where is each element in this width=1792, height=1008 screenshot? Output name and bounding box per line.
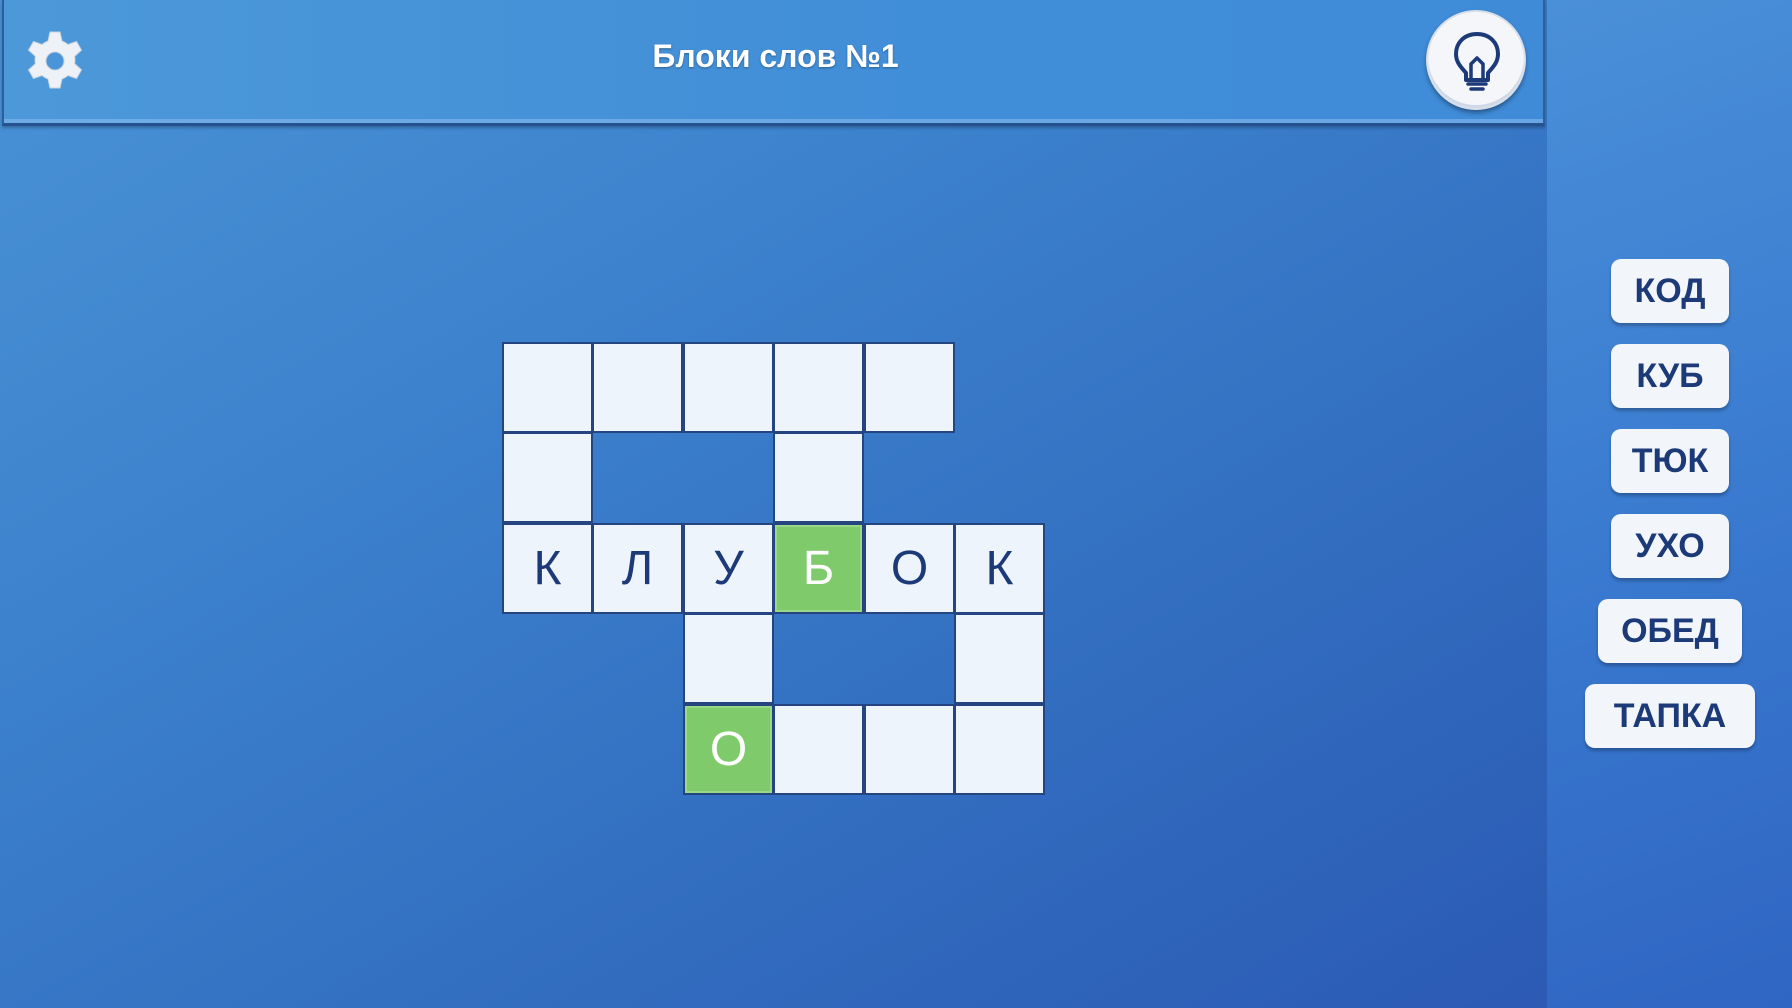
letter-cell[interactable]: У bbox=[683, 523, 774, 614]
empty-cell[interactable] bbox=[773, 704, 864, 795]
empty-cell[interactable] bbox=[592, 342, 683, 433]
letter-cell[interactable]: О bbox=[683, 704, 774, 795]
word-button[interactable]: КУБ bbox=[1611, 344, 1729, 408]
letter-cell[interactable]: О bbox=[864, 523, 955, 614]
word-button[interactable]: ТАПКА bbox=[1585, 684, 1755, 748]
word-list-panel: КОД КУБ ТЮК УХО ОБЕД ТАПКА bbox=[1547, 0, 1792, 1008]
word-button[interactable]: УХО bbox=[1611, 514, 1729, 578]
word-button[interactable]: ОБЕД bbox=[1598, 599, 1742, 663]
letter-cell[interactable]: К bbox=[954, 523, 1045, 614]
empty-cell[interactable] bbox=[683, 342, 774, 433]
empty-cell[interactable] bbox=[502, 342, 593, 433]
lightbulb-icon bbox=[1454, 32, 1500, 91]
top-bar: Блоки слов №1 bbox=[2, 0, 1545, 126]
empty-cell[interactable] bbox=[954, 704, 1045, 795]
game-screen: Блоки слов №1 КЛУБОКО КОД КУБ ТЮК УХО ОБЕД ТА… bbox=[0, 0, 1792, 1008]
letter-cell[interactable]: Б bbox=[773, 523, 864, 614]
letter-cell[interactable]: К bbox=[502, 523, 593, 614]
empty-cell[interactable] bbox=[502, 432, 593, 523]
empty-cell[interactable] bbox=[864, 342, 955, 433]
level-title: Блоки слов №1 bbox=[652, 38, 899, 74]
empty-cell[interactable] bbox=[864, 704, 955, 795]
empty-cell[interactable] bbox=[773, 432, 864, 523]
empty-cell[interactable] bbox=[773, 342, 864, 433]
word-button[interactable]: ТЮК bbox=[1611, 429, 1729, 493]
hint-button[interactable] bbox=[1426, 10, 1526, 110]
crossword-grid: КЛУБОКО bbox=[502, 342, 1045, 795]
word-button[interactable]: КОД bbox=[1611, 259, 1729, 323]
play-area: Блоки слов №1 КЛУБОКО bbox=[0, 0, 1547, 1008]
empty-cell[interactable] bbox=[954, 613, 1045, 704]
letter-cell[interactable]: Л bbox=[592, 523, 683, 614]
empty-cell[interactable] bbox=[683, 613, 774, 704]
